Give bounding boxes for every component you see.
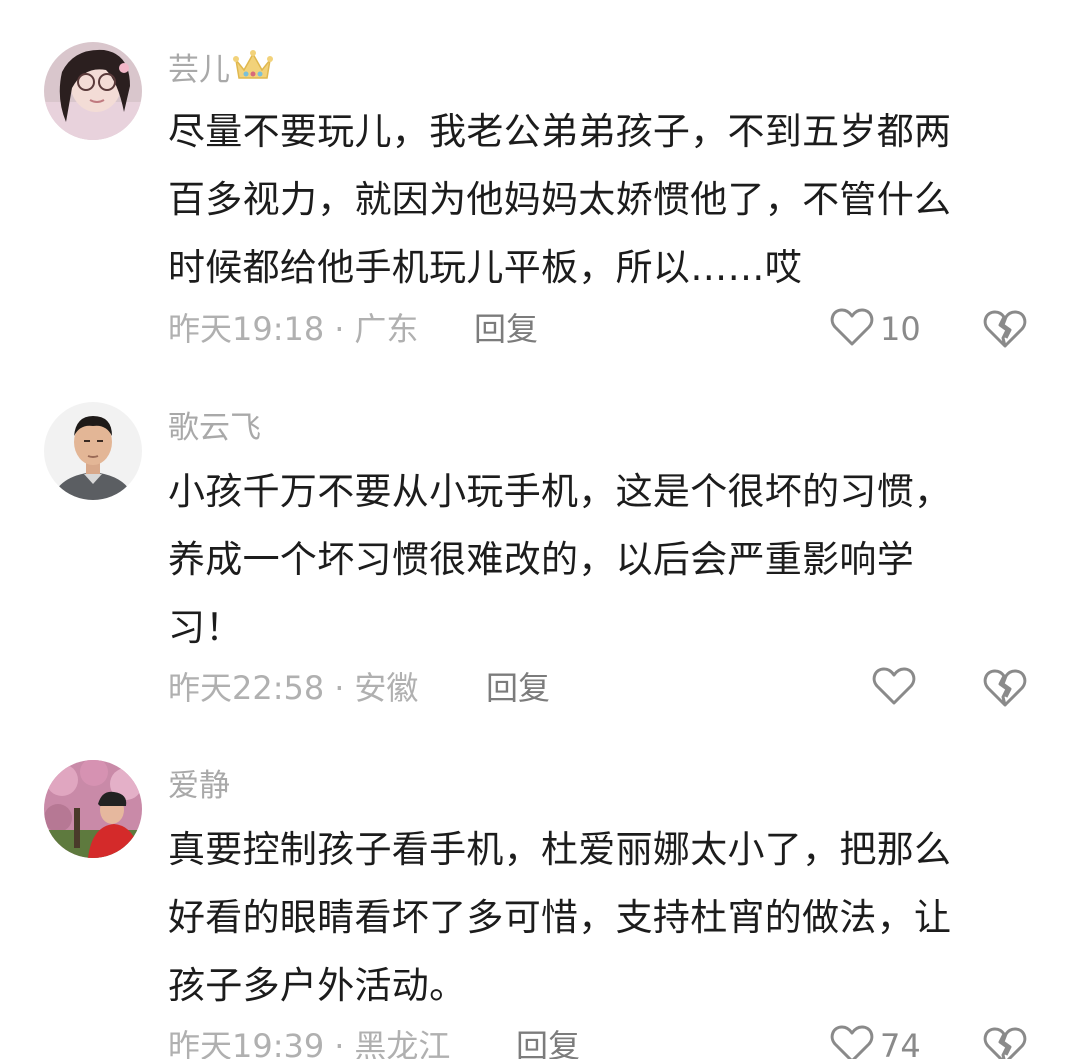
location: 黑龙江: [354, 1027, 451, 1059]
heart-icon: [872, 666, 916, 710]
comment-meta: 昨天19:18 · 广东: [168, 307, 418, 351]
reply-button[interactable]: 回复: [516, 1024, 580, 1059]
comment-line: 百多视力，就因为他妈妈太娇惯他了，不管什么: [168, 178, 952, 221]
comment-line: 养成一个坏习惯很难改的，以后会严重影响学: [168, 538, 914, 581]
avatar[interactable]: [44, 760, 142, 858]
like-button[interactable]: 74: [830, 1024, 921, 1059]
separator: ·: [334, 310, 345, 348]
comment-line: 真要控制孩子看手机，杜爱丽娜太小了，把那么: [168, 828, 952, 871]
reply-button[interactable]: 回复: [474, 307, 538, 351]
timestamp: 昨天19:39: [168, 1027, 325, 1059]
comment-feed: 芸儿 尽量不要玩儿，我老公弟弟孩子，不到五岁都两 百多视力，就因为他妈妈太娇惯他…: [0, 0, 1079, 1059]
username[interactable]: 芸儿: [168, 48, 274, 94]
location: 广东: [354, 310, 419, 348]
comment-line: 习！: [168, 606, 243, 649]
comment-line: 尽量不要玩儿，我老公弟弟孩子，不到五岁都两: [168, 110, 952, 153]
timestamp: 昨天19:18: [168, 310, 325, 348]
broken-heart-icon[interactable]: [982, 309, 1028, 353]
like-button[interactable]: [872, 666, 922, 710]
like-count: 10: [880, 310, 921, 348]
heart-icon: [830, 307, 874, 351]
location: 安徽: [354, 669, 419, 707]
broken-heart-icon[interactable]: [982, 668, 1028, 712]
comment-line: 好看的眼睛看坏了多可惜，支持杜宵的做法，让: [168, 896, 952, 939]
timestamp: 昨天22:58: [168, 669, 325, 707]
separator: ·: [334, 1027, 345, 1059]
comment-line: 时候都给他手机玩儿平板，所以……哎: [168, 246, 803, 289]
crown-icon: [232, 48, 274, 94]
comment-text: 真要控制孩子看手机，杜爱丽娜太小了，把那么 好看的眼睛看坏了多可惜，支持杜宵的做…: [168, 816, 1038, 1020]
reply-button[interactable]: 回复: [486, 666, 550, 710]
comment-meta: 昨天22:58 · 安徽: [168, 666, 418, 710]
comment-line: 孩子多户外活动。: [168, 964, 467, 1007]
comment-text: 小孩千万不要从小玩手机，这是个很坏的习惯， 养成一个坏习惯很难改的，以后会严重影…: [168, 458, 1038, 662]
username[interactable]: 爱静: [168, 766, 230, 806]
username[interactable]: 歌云飞: [168, 408, 261, 448]
comment-line: 小孩千万不要从小玩手机，这是个很坏的习惯，: [168, 470, 952, 513]
heart-icon: [830, 1024, 874, 1059]
avatar[interactable]: [44, 402, 142, 500]
comment-text: 尽量不要玩儿，我老公弟弟孩子，不到五岁都两 百多视力，就因为他妈妈太娇惯他了，不…: [168, 98, 1038, 302]
like-button[interactable]: 10: [830, 307, 921, 351]
avatar[interactable]: [44, 42, 142, 140]
broken-heart-icon[interactable]: [982, 1026, 1028, 1059]
comment-meta: 昨天19:39 · 黑龙江: [168, 1024, 450, 1059]
separator: ·: [334, 669, 345, 707]
like-count: 74: [880, 1027, 921, 1059]
